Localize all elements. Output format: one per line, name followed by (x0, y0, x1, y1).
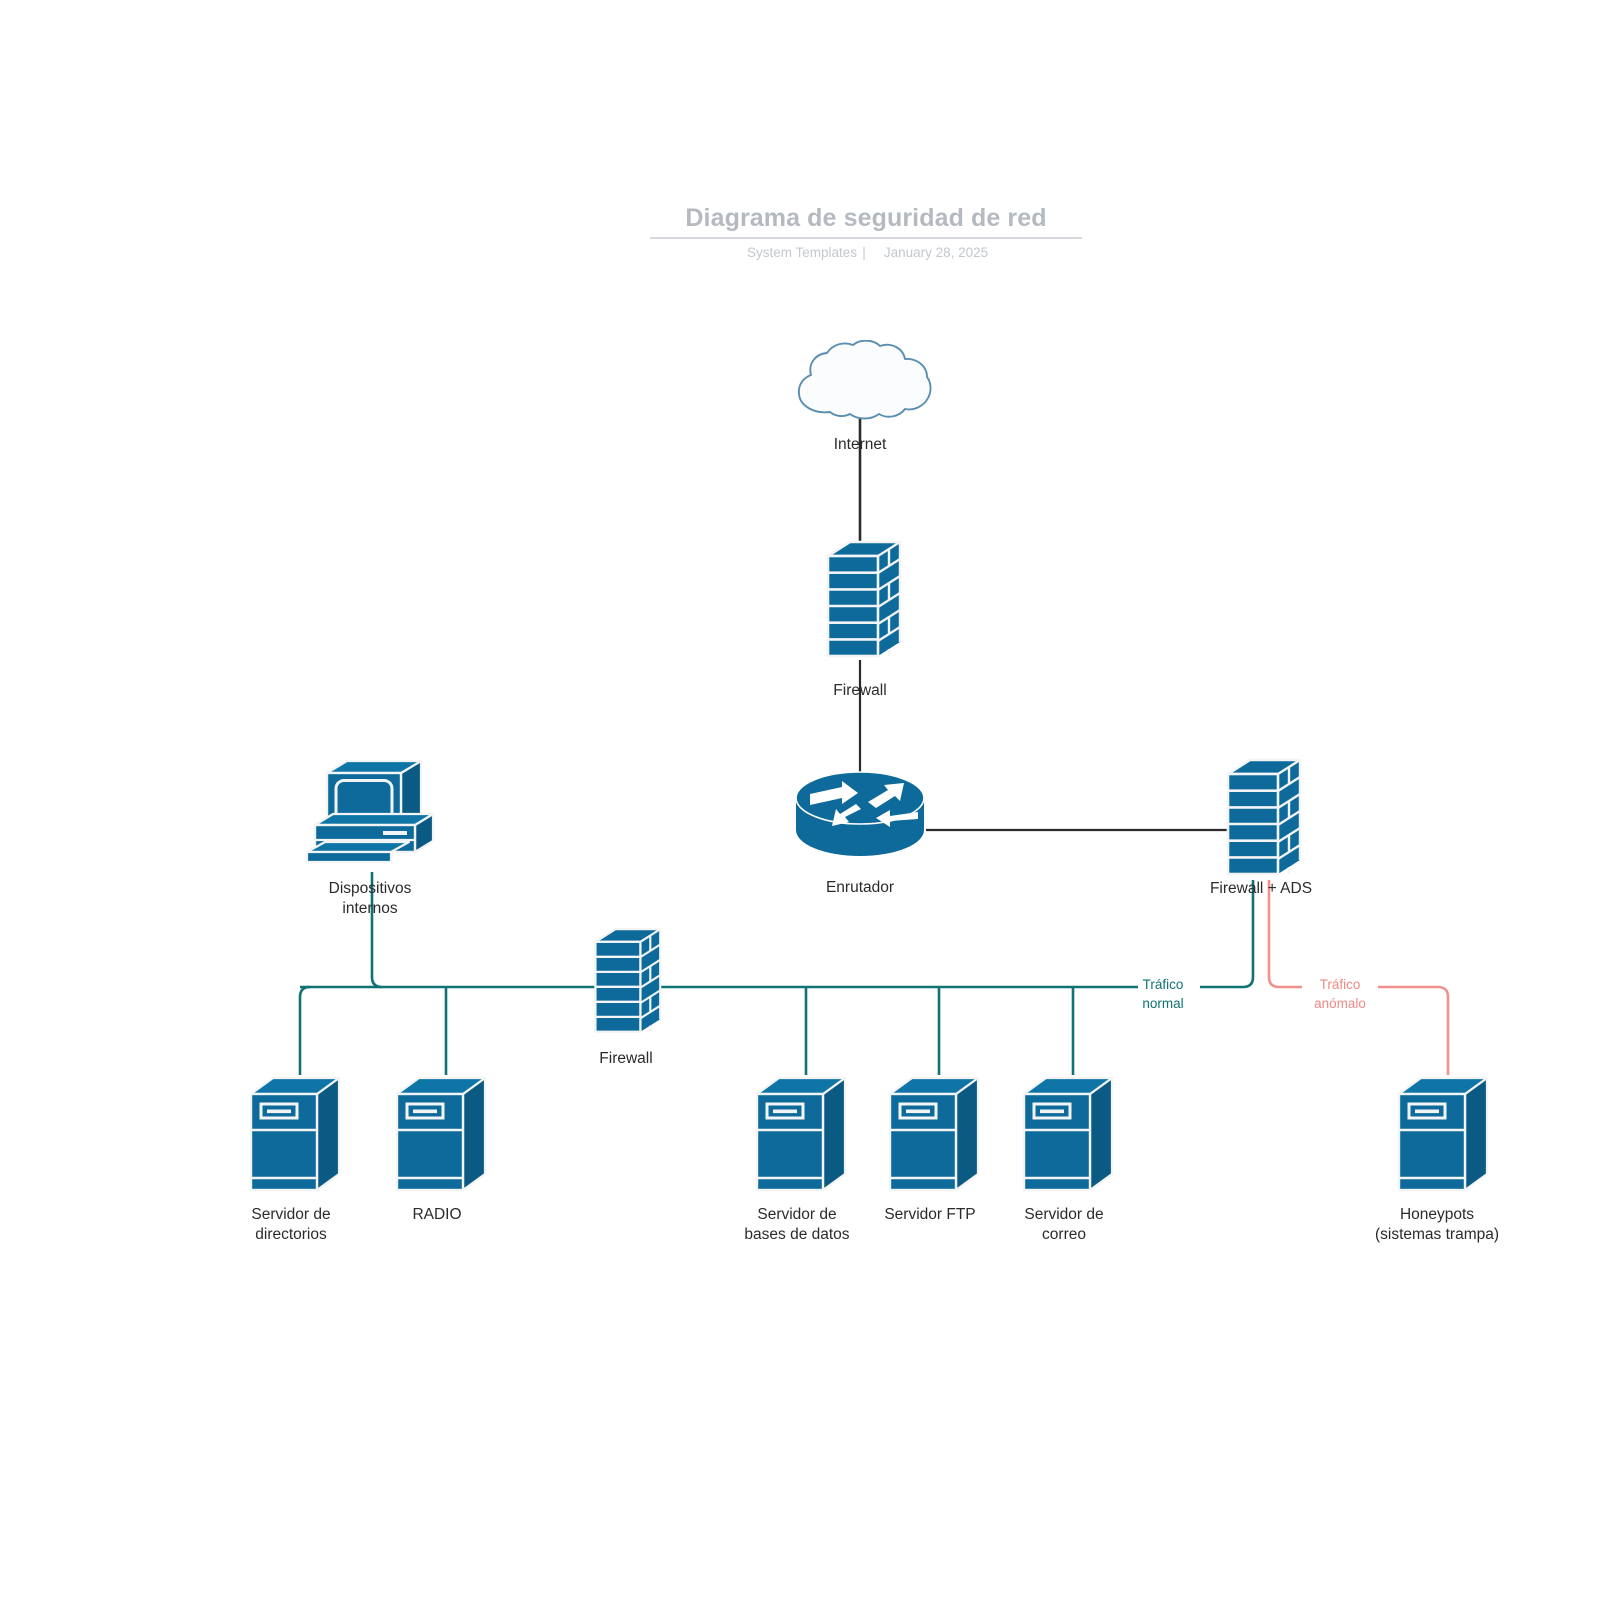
node-label-firewall-top: Firewall (833, 682, 886, 699)
node-label-directory-server-2: directorios (255, 1226, 327, 1243)
diagram-canvas: Diagrama de seguridad de red System Temp… (0, 0, 1600, 1600)
node-label-database-server-1: Servidor de (757, 1206, 836, 1223)
node-mail-server[interactable]: Servidor de correo (1022, 1076, 1114, 1243)
node-internet[interactable]: Internet (797, 340, 932, 453)
node-label-internal-devices-1: Dispositivos (329, 880, 412, 897)
node-label-database-server-2: bases de datos (744, 1226, 849, 1243)
node-label-directory-server-1: Servidor de (251, 1206, 330, 1223)
legend-anomalous-line1: Tráfico (1320, 977, 1361, 992)
node-label-firewall-ads: Firewall + ADS (1210, 880, 1312, 897)
cloud-icon (797, 340, 932, 420)
firewall-icon (1226, 758, 1302, 876)
node-firewall-ads[interactable]: Firewall + ADS (1210, 758, 1312, 897)
node-radio-server[interactable]: RADIO (395, 1076, 487, 1223)
header: Diagrama de seguridad de red System Temp… (650, 204, 1082, 260)
node-honeypots[interactable]: Honeypots (sistemas trampa) (1375, 1076, 1499, 1243)
firewall-icon (826, 540, 902, 658)
link-bus-directory-server (298, 985, 311, 1075)
legend-normal-line2: normal (1142, 996, 1183, 1011)
server-icon (1022, 1076, 1114, 1192)
node-firewall-top[interactable]: Firewall (826, 540, 902, 699)
link-anomalous-honeypots (1378, 985, 1450, 1075)
legend-traffic-normal: Tráfico normal (1142, 977, 1183, 1011)
header-date: January 28, 2025 (884, 245, 988, 260)
node-label-ftp-server: Servidor FTP (884, 1206, 975, 1223)
desktop-computer-icon (305, 759, 435, 864)
firewall-icon (594, 928, 662, 1033)
node-router[interactable]: Enrutador (795, 771, 925, 896)
server-icon (249, 1076, 341, 1192)
server-icon (1397, 1076, 1489, 1192)
node-database-server[interactable]: Servidor de bases de datos (744, 1076, 850, 1243)
node-label-firewall-mid: Firewall (599, 1050, 652, 1067)
header-byline: System Templates (747, 245, 857, 260)
node-internal-devices[interactable]: Dispositivos internos (305, 759, 435, 917)
server-icon (888, 1076, 980, 1192)
legend-traffic-anomalous: Tráfico anómalo (1314, 977, 1366, 1011)
server-icon (755, 1076, 847, 1192)
page-title: Diagrama de seguridad de red (685, 204, 1046, 232)
legend-normal-line1: Tráfico (1143, 977, 1184, 992)
node-directory-server[interactable]: Servidor de directorios (249, 1076, 341, 1243)
header-separator: | (862, 245, 866, 260)
node-label-radio-server: RADIO (412, 1206, 461, 1223)
legend-anomalous-line2: anómalo (1314, 996, 1366, 1011)
node-label-internet: Internet (834, 436, 887, 453)
router-icon (795, 771, 925, 857)
node-label-mail-server-1: Servidor de (1024, 1206, 1103, 1223)
node-ftp-server[interactable]: Servidor FTP (884, 1076, 980, 1223)
node-label-honeypots-1: Honeypots (1400, 1206, 1474, 1223)
node-label-internal-devices-2: internos (342, 900, 397, 917)
node-label-mail-server-2: correo (1042, 1226, 1086, 1243)
node-label-honeypots-2: (sistemas trampa) (1375, 1226, 1499, 1243)
server-icon (395, 1076, 487, 1192)
node-firewall-mid[interactable]: Firewall (594, 928, 662, 1067)
links-layer (298, 405, 1450, 1075)
node-label-router: Enrutador (826, 879, 894, 896)
